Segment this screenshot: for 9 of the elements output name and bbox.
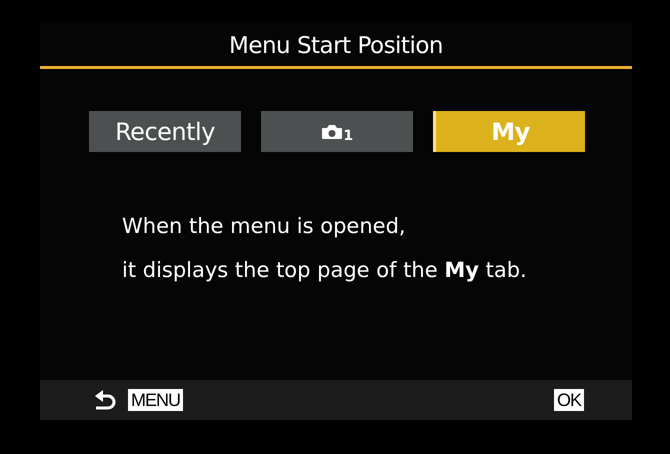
- description-text: it displays the top page of the My tab.: [122, 257, 528, 284]
- ok-key-label: OK: [554, 389, 584, 411]
- camera-icon: [321, 124, 344, 140]
- description-text: When the menu is opened,: [122, 213, 407, 240]
- menu-option[interactable]: Recently: [89, 111, 241, 152]
- menu-key-label: MENU: [128, 389, 183, 411]
- back-arrow-icon: [94, 389, 118, 411]
- screen-title: Menu Start Position: [228, 32, 444, 61]
- menu-option[interactable]: 1: [261, 111, 413, 152]
